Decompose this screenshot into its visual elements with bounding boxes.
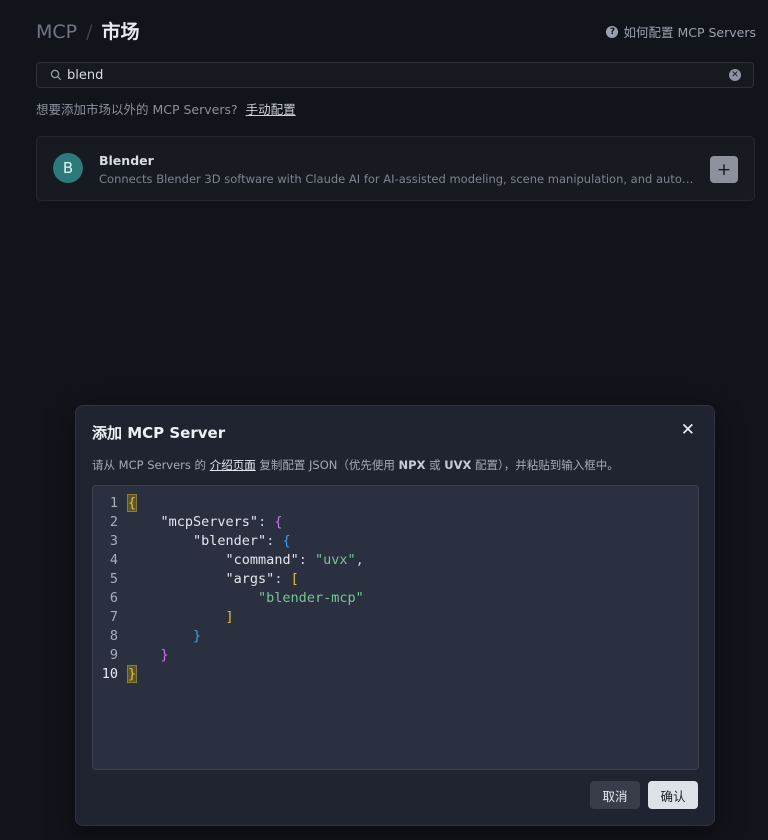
json-config-editor[interactable]: 1{2 "mcpServers": {3 "blender": {4 "comm… [92, 485, 699, 770]
manual-config-link[interactable]: 手动配置 [246, 102, 296, 117]
line-number: 10 [101, 666, 118, 682]
breadcrumb-root[interactable]: MCP [36, 21, 77, 43]
manual-config-prompt: 想要添加市场以外的 MCP Servers? [36, 102, 238, 117]
dialog-title: 添加 MCP Server [92, 424, 226, 442]
server-name: Blender [99, 153, 154, 168]
code-line: 10} [93, 665, 138, 684]
code-text: "mcpServers": { [160, 514, 283, 530]
instruction-uvx: UVX [444, 458, 472, 472]
breadcrumb-separator: / [86, 21, 93, 43]
clear-icon[interactable]: ✕ [729, 69, 741, 81]
code-text: "blender": { [193, 533, 291, 549]
intro-page-link[interactable]: 介绍页面 [210, 458, 256, 472]
code-line: 3 "blender": { [93, 532, 291, 551]
code-line: 6 "blender-mcp" [93, 589, 364, 608]
code-text: } [193, 628, 202, 644]
server-card[interactable]: B Blender Connects Blender 3D software w… [36, 136, 755, 201]
line-number: 9 [109, 647, 118, 663]
line-number: 4 [109, 552, 118, 568]
code-text: ] [225, 609, 234, 625]
instruction-npx: NPX [398, 458, 426, 472]
code-line: 8 } [93, 627, 201, 646]
help-link-label: 如何配置 MCP Servers [623, 25, 756, 40]
instruction-text: 配置），并粘贴到输入框中。 [471, 458, 619, 472]
line-number: 1 [109, 495, 118, 511]
code-line: 5 "args": [ [93, 570, 299, 589]
instruction-text: 请从 MCP Servers 的 [92, 458, 210, 472]
code-line: 7 ] [93, 608, 234, 627]
breadcrumb: MCP / 市场 [36, 17, 140, 44]
instruction-text: 或 [425, 458, 445, 472]
line-number: 6 [109, 590, 118, 606]
server-description: Connects Blender 3D software with Claude… [99, 172, 701, 186]
manual-config-hint: 想要添加市场以外的 MCP Servers? 手动配置 [36, 99, 296, 118]
code-text: "blender-mcp" [258, 590, 364, 606]
line-number: 3 [109, 533, 118, 549]
help-link[interactable]: ? 如何配置 MCP Servers [606, 22, 756, 41]
code-line: 1{ [93, 494, 138, 513]
dialog-instruction: 请从 MCP Servers 的 介绍页面 复制配置 JSON（优先使用 NPX… [92, 457, 619, 473]
avatar: B [53, 153, 83, 183]
code-text: } [126, 665, 138, 683]
add-server-button[interactable]: + [710, 156, 738, 183]
question-circle-icon: ? [606, 25, 619, 38]
search-box: ✕ [36, 62, 754, 88]
code-text: } [160, 647, 169, 663]
cancel-button[interactable]: 取消 [590, 781, 640, 809]
line-number: 7 [109, 609, 118, 625]
add-server-dialog: 添加 MCP Server ✕ 请从 MCP Servers 的 介绍页面 复制… [75, 405, 715, 826]
page-title: 市场 [101, 21, 140, 43]
code-text: "args": [ [225, 571, 299, 587]
confirm-button[interactable]: 确认 [648, 781, 698, 809]
line-number: 5 [109, 571, 118, 587]
code-line: 2 "mcpServers": { [93, 513, 283, 532]
instruction-text: 复制配置 JSON（优先使用 [255, 458, 399, 472]
search-icon [50, 69, 62, 81]
code-text: { [126, 494, 138, 512]
line-number: 8 [109, 628, 118, 644]
code-line: 9 } [93, 646, 169, 665]
line-number: 2 [109, 514, 118, 530]
code-text: "command": "uvx", [225, 552, 364, 568]
close-icon[interactable]: ✕ [681, 422, 695, 439]
code-line: 4 "command": "uvx", [93, 551, 364, 570]
search-input[interactable] [67, 67, 729, 83]
